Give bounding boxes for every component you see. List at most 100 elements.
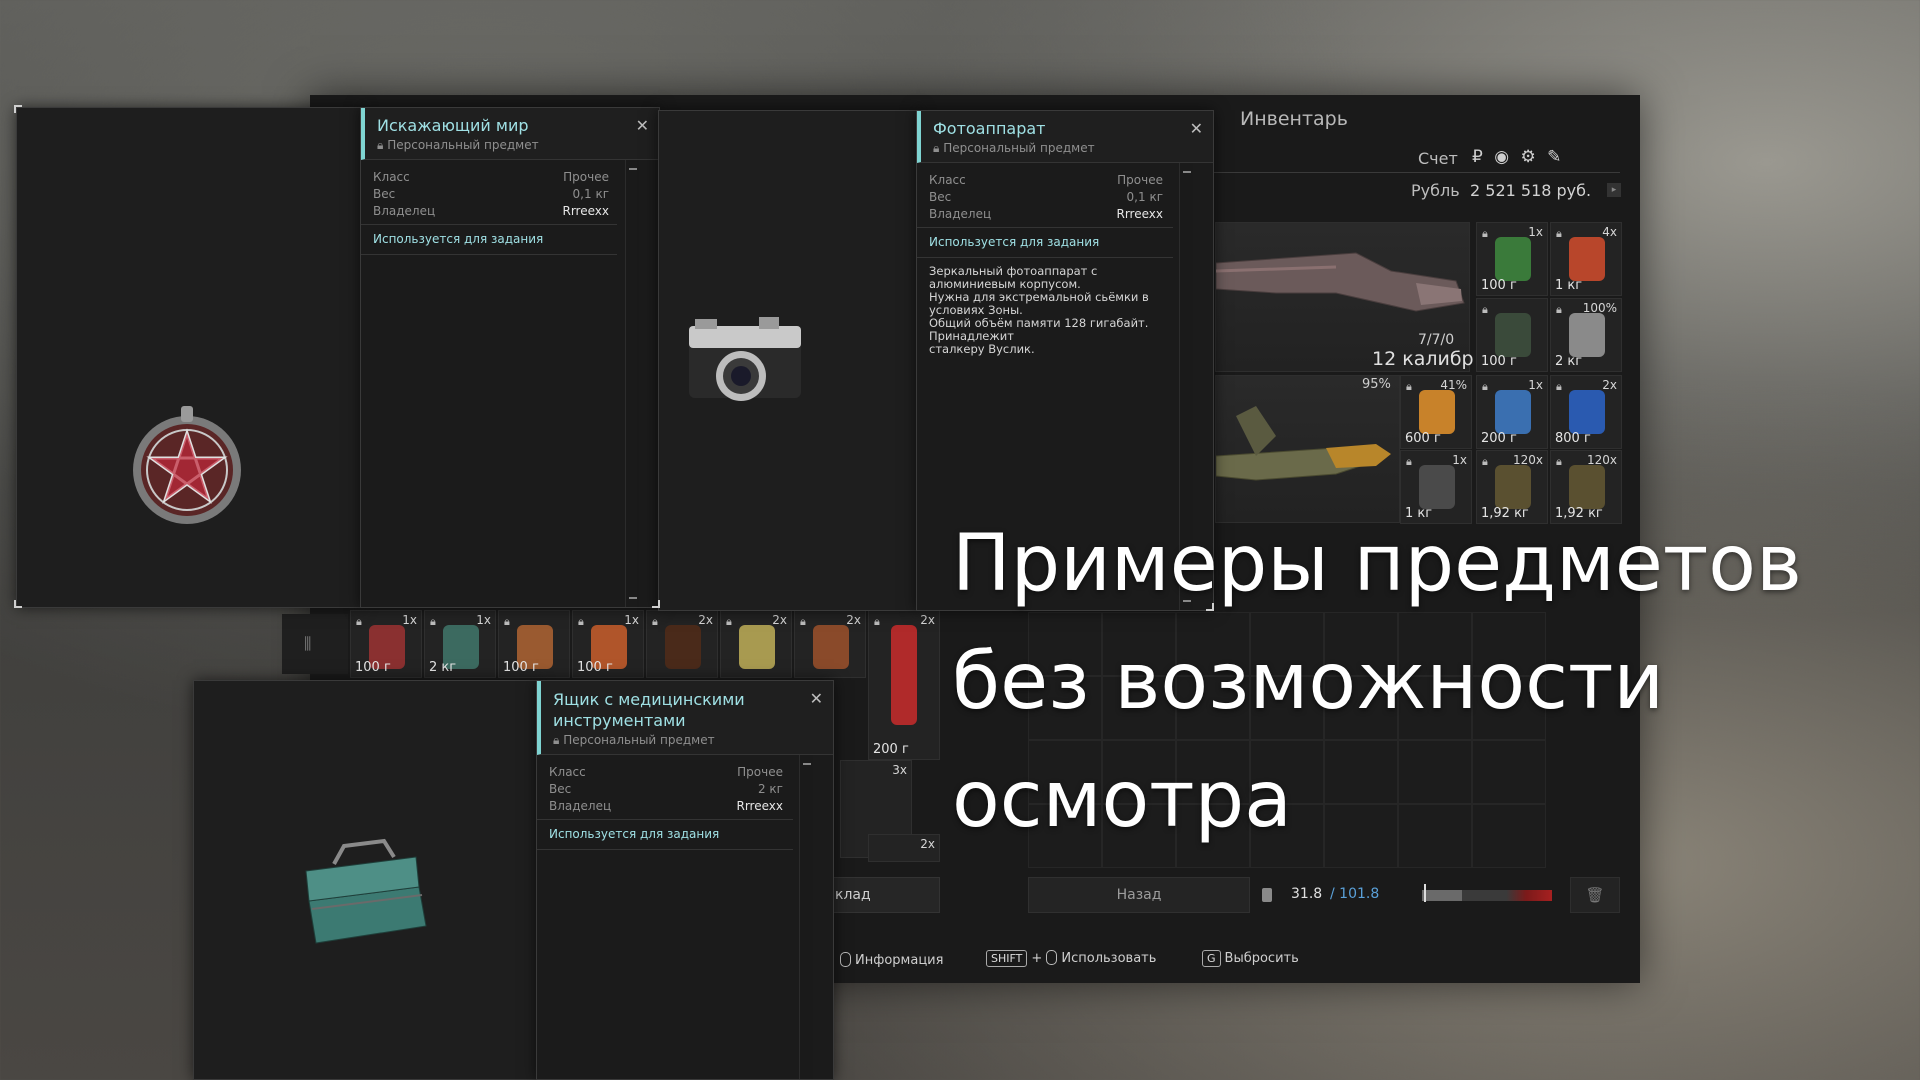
prop-owner-value: Rrreexx	[562, 204, 610, 218]
weight-bar-fill	[1422, 890, 1463, 901]
stash-item-cell[interactable]: 🔒︎ 1x 2 кг	[424, 610, 496, 678]
lock-icon: 🔒︎	[800, 615, 806, 628]
lock-icon: 🔒︎	[726, 615, 732, 628]
lock-icon: 🔒︎	[430, 615, 436, 628]
stash-item-cell[interactable]: 🔒︎ 1x 100 г	[350, 610, 422, 678]
tooltip-scrollbar[interactable]	[625, 160, 639, 607]
tooltip-subtitle: 🔒︎ Персональный предмет	[553, 733, 715, 747]
quest-label: Используется для задания	[373, 232, 544, 246]
item-tooltip-pendant: Искажающий мир 🔒︎ Персональный предмет ✕…	[360, 107, 660, 608]
lock-icon: 🔒︎	[1406, 455, 1412, 468]
weight-max: / 101.8	[1330, 886, 1380, 902]
inventory-item-cell[interactable]: 🔒︎ 2x 800 г	[1550, 375, 1622, 449]
weight-bar	[1422, 890, 1552, 901]
prop-weight-label: Вес	[373, 187, 396, 201]
close-icon[interactable]: ✕	[810, 689, 823, 708]
item-icon	[1495, 465, 1531, 509]
inventory-item-cell[interactable]: 🔒︎ 1x 200 г	[1476, 375, 1548, 449]
lock-icon: 🔒︎	[504, 615, 510, 628]
tooltip-title: Ящик с медицинскими инструментами	[553, 690, 745, 730]
lock-icon: 🔒︎	[356, 615, 362, 628]
item-description: Зеркальный фотоаппарат с алюминиевым кор…	[929, 264, 1149, 356]
inventory-title: Инвентарь	[1240, 108, 1348, 130]
item-tooltip-toolbox: Ящик с медицинскими инструментами 🔒︎ Пер…	[536, 680, 834, 1080]
quest-label: Используется для задания	[549, 827, 720, 841]
lock-icon: 🔒︎	[1482, 380, 1488, 393]
inventory-item-cell[interactable]: 🔒︎ 1x 100 г	[1476, 222, 1548, 296]
trash-button[interactable]: 🗑	[1570, 877, 1620, 913]
stash-extra-cell[interactable]: 2x	[868, 834, 940, 862]
item-preview-camera	[658, 110, 920, 611]
stash-item-cell[interactable]: 🔒︎ 2x 200 г	[868, 610, 940, 760]
item-icon	[891, 625, 917, 725]
currency-icons[interactable]: ₽ ◉ ⚙ ✎	[1472, 147, 1564, 167]
tooltip-title: Искажающий мир	[377, 116, 529, 135]
quest-label: Используется для задания	[929, 235, 1100, 249]
weapon-durability: 95%	[1362, 377, 1391, 392]
prop-owner-label: Владелец	[929, 207, 992, 221]
weight-current: 31.8	[1291, 886, 1323, 902]
prop-owner-value: Rrreexx	[1116, 207, 1164, 221]
frame-corner	[652, 600, 660, 608]
prop-weight-value: 2 кг	[757, 782, 783, 796]
stash-item-cell[interactable]: 🔒︎ 2x	[794, 610, 866, 678]
item-icon	[1495, 313, 1531, 357]
back-button[interactable]: Назад	[1028, 877, 1250, 913]
tooltip-scrollbar[interactable]	[799, 755, 813, 1079]
lock-icon: 🔒︎	[874, 615, 880, 628]
frame-corner	[14, 105, 22, 113]
prop-class-label: Класс	[929, 173, 966, 187]
stash-item-cell[interactable]: 🔒︎ 2x	[646, 610, 718, 678]
inventory-item-cell[interactable]: 🔒︎ 41% 600 г	[1400, 375, 1472, 449]
g-key-icon: G	[1202, 950, 1221, 967]
prop-class-label: Класс	[549, 765, 586, 779]
trash-icon: 🗑	[1585, 886, 1605, 904]
tooltip-divider	[537, 819, 793, 820]
weapon-ammo: 7/7/0	[1418, 332, 1455, 348]
currency-dropdown-icon[interactable]: ▸	[1607, 183, 1621, 197]
lock-icon: 🔒︎	[377, 138, 388, 152]
weight-marker	[1424, 884, 1426, 902]
frame-corner	[14, 600, 22, 608]
weapon-caliber: 12 калибр	[1372, 348, 1474, 370]
prop-class-value: Прочее	[737, 765, 783, 779]
account-divider	[1210, 172, 1620, 173]
stash-side-icons: ⫼	[282, 614, 348, 674]
ammo-filter-icon[interactable]: ⫼	[304, 634, 311, 654]
stash-item-cell[interactable]: 🔒︎ 2x	[720, 610, 792, 678]
weight-icon	[1262, 888, 1272, 902]
lock-icon: 🔒︎	[1482, 455, 1488, 468]
camera-icon	[689, 317, 801, 401]
lock-icon: 🔒︎	[1556, 303, 1562, 316]
lock-icon: 🔒︎	[1482, 227, 1488, 240]
prop-weight-label: Вес	[929, 190, 952, 204]
toolbox-icon	[305, 838, 427, 944]
inventory-item-cell[interactable]: 🔒︎ 100 г	[1476, 298, 1548, 372]
tooltip-header: Фотоаппарат 🔒︎ Персональный предмет ✕	[917, 111, 1213, 163]
hint-drop: G Выбросить	[1202, 950, 1299, 967]
overlay-caption: Примеры предметов без возможности осмотр…	[952, 519, 1802, 845]
prop-weight-value: 0,1 кг	[1126, 190, 1163, 204]
prop-weight-label: Вес	[549, 782, 572, 796]
item-icon	[813, 625, 849, 669]
lock-icon: 🔒︎	[578, 615, 584, 628]
prop-owner-label: Владелец	[549, 799, 612, 813]
item-icon	[1569, 237, 1605, 281]
tooltip-divider	[537, 849, 793, 850]
item-icon	[1569, 313, 1605, 357]
item-icon	[739, 625, 775, 669]
lock-icon: 🔒︎	[1482, 303, 1488, 316]
balance-value: 2 521 518 руб.	[1470, 181, 1592, 200]
tooltip-divider	[917, 257, 1173, 258]
close-icon[interactable]: ✕	[636, 116, 649, 135]
prop-class-value: Прочее	[563, 170, 609, 184]
prop-owner-value: Rrreexx	[736, 799, 784, 813]
inventory-item-cell[interactable]: 🔒︎ 4x 1 кг	[1550, 222, 1622, 296]
lock-icon: 🔒︎	[933, 141, 944, 155]
stash-item-cell[interactable]: 🔒︎ 100 г	[498, 610, 570, 678]
close-icon[interactable]: ✕	[1190, 119, 1203, 138]
inventory-item-cell[interactable]: 🔒︎ 100% 2 кг	[1550, 298, 1622, 372]
stash-item-cell[interactable]: 🔒︎ 1x 100 г	[572, 610, 644, 678]
storage-button[interactable]: клад	[820, 877, 940, 913]
weapon-slot-secondary[interactable]	[1215, 375, 1400, 523]
